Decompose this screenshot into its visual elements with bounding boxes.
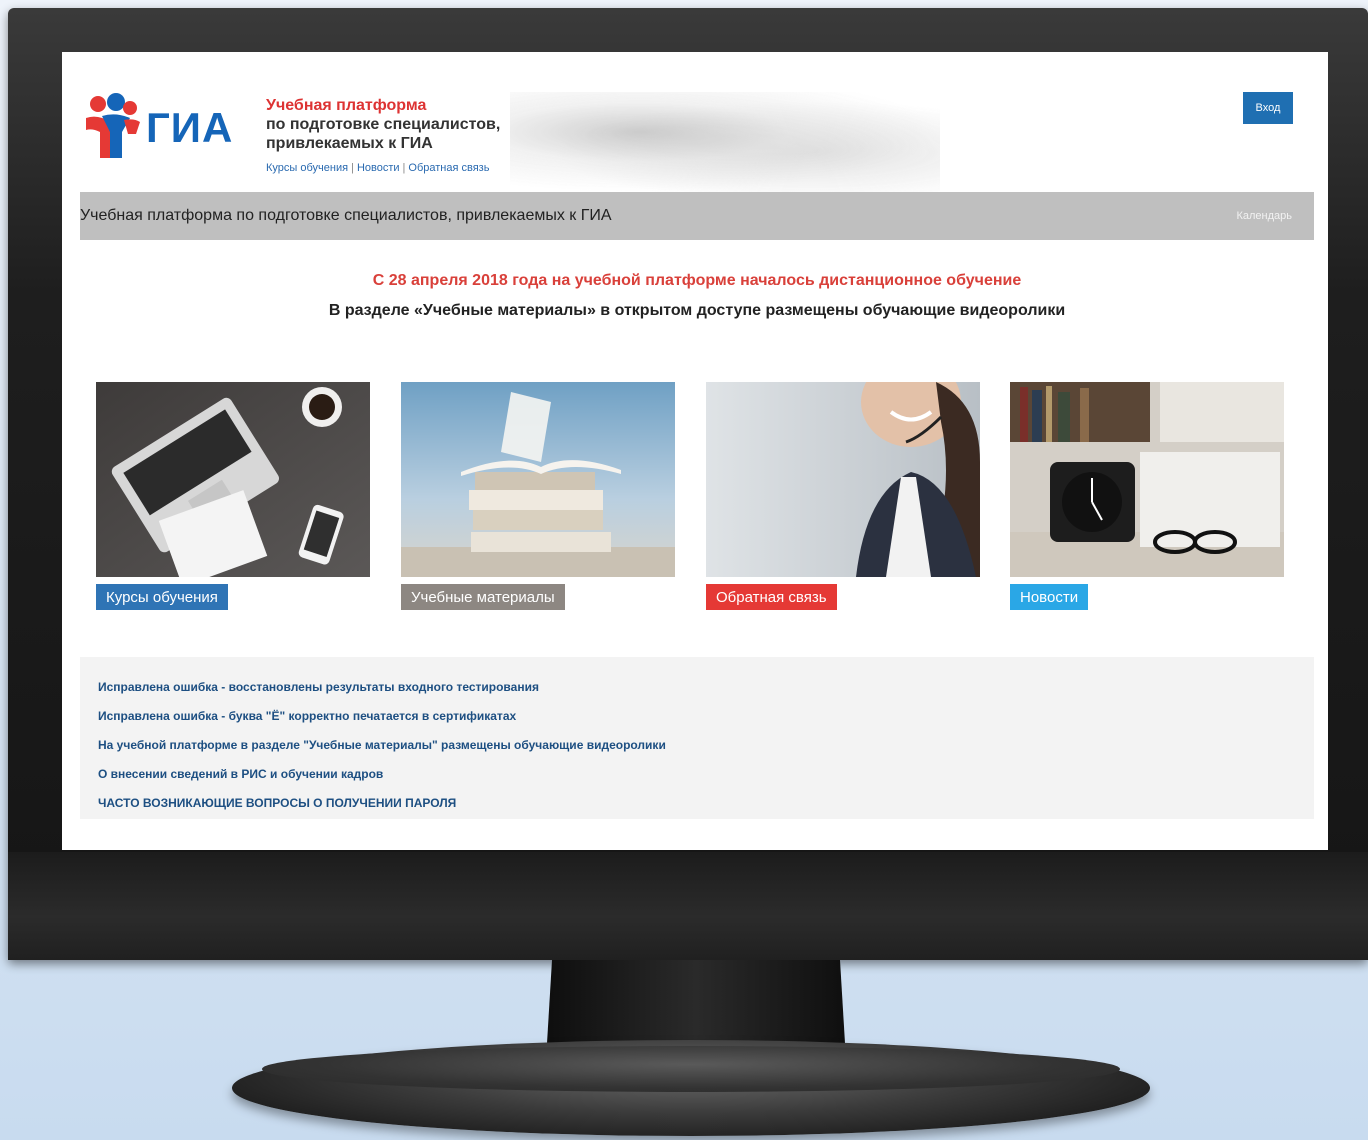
- nav-link-courses[interactable]: Курсы обучения: [266, 162, 348, 174]
- news-item[interactable]: На учебной платформе в разделе "Учебные …: [98, 737, 666, 766]
- title-bar: Учебная платформа по подготовке специали…: [80, 192, 1314, 240]
- announcement-dark: В разделе «Учебные материалы» в открытом…: [328, 302, 1066, 319]
- tile-label-news[interactable]: Новости: [1010, 584, 1089, 610]
- news-item[interactable]: Исправлена ошибка - восстановлены резуль…: [98, 679, 666, 708]
- tile-materials[interactable]: Учебные материалы: [401, 382, 675, 612]
- calendar-link[interactable]: Календарь: [1236, 210, 1314, 222]
- page-title: Учебная платформа по подготовке специали…: [80, 207, 612, 224]
- tile-image-clock[interactable]: [1010, 382, 1284, 577]
- tile-courses[interactable]: Курсы обучения: [96, 382, 370, 612]
- news-item[interactable]: ЧАСТО ВОЗНИКАЮЩИЕ ВОПРОСЫ О ПОЛУЧЕНИИ ПА…: [98, 795, 666, 824]
- announcement-red: С 28 апреля 2018 года на учебной платфор…: [372, 272, 1022, 289]
- tile-feedback[interactable]: Обратная связь: [706, 382, 980, 612]
- news-list: Исправлена ошибка - восстановлены резуль…: [98, 679, 666, 824]
- monitor-chin: [8, 852, 1368, 960]
- site-header: ГИА Учебная платформа по подготовке спец…: [80, 52, 1314, 192]
- tile-image-books[interactable]: [401, 382, 675, 577]
- tile-image-laptop[interactable]: [96, 382, 370, 577]
- login-button[interactable]: Вход: [1243, 92, 1293, 124]
- news-item[interactable]: О внесении сведений в РИС и обучении кад…: [98, 766, 666, 795]
- top-navigation: Курсы обучения | Новости | Обратная связь: [266, 162, 489, 174]
- tile-label-feedback[interactable]: Обратная связь: [706, 584, 837, 610]
- logo-wordmark: ГИА: [146, 104, 234, 151]
- nav-link-feedback[interactable]: Обратная связь: [408, 162, 489, 174]
- news-item[interactable]: Исправлена ошибка - буква "Ё" корректно …: [98, 708, 666, 737]
- tile-label-materials[interactable]: Учебные материалы: [401, 584, 565, 610]
- nav-separator: |: [402, 162, 406, 174]
- tile-image-support[interactable]: [706, 382, 980, 577]
- news-panel: Исправлена ошибка - восстановлены резуль…: [80, 657, 1314, 819]
- site-logo[interactable]: ГИА: [80, 92, 242, 162]
- header-photo: [510, 92, 940, 192]
- brand-title: Учебная платформа: [266, 97, 427, 114]
- monitor-screen: ГИА Учебная платформа по подготовке спец…: [62, 52, 1328, 850]
- brand-subtitle: по подготовке специалистов, привлекаемых…: [266, 116, 501, 152]
- monitor-base-top: [262, 1046, 1120, 1092]
- tile-news[interactable]: Новости: [1010, 382, 1284, 612]
- nav-separator: |: [351, 162, 354, 174]
- people-logo-icon: [86, 93, 140, 158]
- nav-link-news[interactable]: Новости: [357, 162, 400, 174]
- web-page: ГИА Учебная платформа по подготовке спец…: [80, 52, 1314, 850]
- tile-label-courses[interactable]: Курсы обучения: [96, 584, 228, 610]
